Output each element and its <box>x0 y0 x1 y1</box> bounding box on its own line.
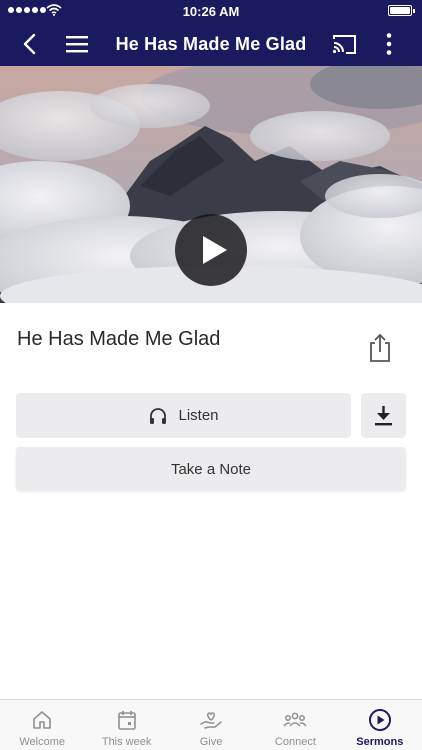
navigation-bar: He Has Made Me Glad <box>0 22 422 66</box>
tab-label-welcome: Welcome <box>19 736 66 748</box>
status-time: 10:26 AM <box>182 4 240 19</box>
tab-this-week[interactable]: This week <box>84 700 168 750</box>
play-icon <box>203 236 227 264</box>
take-a-note-label: Take a Note <box>170 460 252 478</box>
sermon-title: He Has Made Me Glad <box>17 328 221 350</box>
listen-label: Listen <box>178 407 219 424</box>
calendar-icon <box>117 711 136 730</box>
cast-icon[interactable] <box>332 32 358 56</box>
play-button[interactable] <box>175 214 247 286</box>
tab-label-connect: Connect <box>274 736 316 748</box>
tab-bar: Welcome This week Give Connect Sermons <box>0 699 422 750</box>
giving-hand-icon <box>200 712 222 729</box>
tab-label-sermons: Sermons <box>356 736 404 748</box>
people-icon <box>283 712 308 727</box>
tab-give[interactable]: Give <box>169 700 253 750</box>
headphones-icon <box>150 407 167 424</box>
hamburger-icon[interactable] <box>64 32 90 56</box>
download-icon <box>375 406 392 426</box>
tab-sermons[interactable]: Sermons <box>338 700 422 750</box>
tab-welcome[interactable]: Welcome <box>0 700 84 750</box>
status-bar: 10:26 AM <box>0 0 422 22</box>
download-button[interactable] <box>361 393 406 438</box>
tab-label-give: Give <box>199 736 223 748</box>
listen-button[interactable]: Listen <box>16 393 351 438</box>
tab-connect[interactable]: Connect <box>253 700 337 750</box>
video-player[interactable] <box>0 66 422 303</box>
tab-label-this-week: This week <box>101 736 152 748</box>
take-a-note-button[interactable]: Take a Note <box>16 447 406 491</box>
vertical-dots-icon[interactable] <box>378 32 400 56</box>
battery-icon <box>388 5 415 16</box>
home-icon <box>33 711 52 729</box>
play-circle-icon <box>368 709 391 731</box>
chevron-left-icon[interactable] <box>18 32 42 56</box>
share-icon[interactable] <box>366 332 394 364</box>
